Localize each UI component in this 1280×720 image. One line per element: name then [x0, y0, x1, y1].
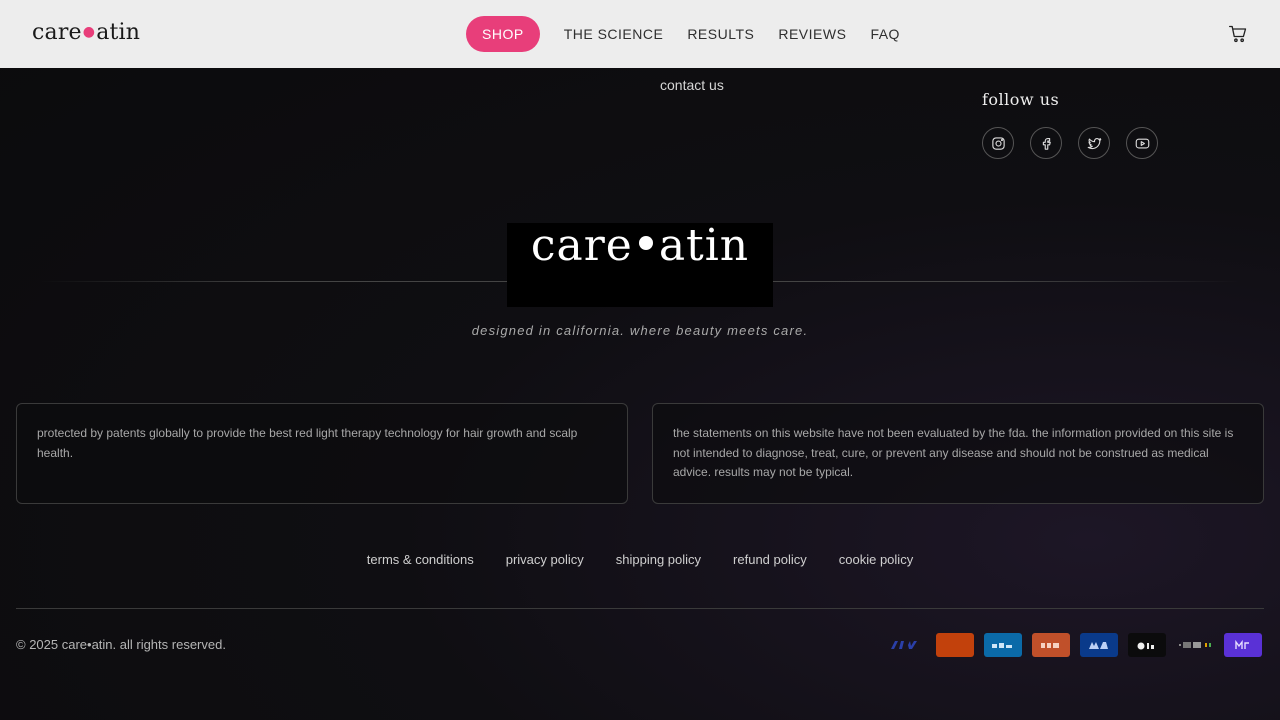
patent-notice: protected by patents globally to provide… [16, 403, 628, 504]
cart-icon[interactable] [1228, 24, 1248, 44]
terms-link[interactable]: terms & conditions [367, 552, 474, 567]
nav-item-reviews[interactable]: REVIEWS [778, 16, 846, 52]
brand-dot-icon: ● [82, 24, 96, 40]
facebook-button[interactable] [1030, 127, 1062, 159]
shop-pay-icon [1224, 633, 1262, 657]
visa-icon [888, 633, 926, 657]
follow-us-heading: follow us [982, 90, 1060, 109]
discover-icon [1032, 633, 1070, 657]
shipping-link[interactable]: shipping policy [616, 552, 701, 567]
amex-icon [984, 633, 1022, 657]
privacy-link[interactable]: privacy policy [506, 552, 584, 567]
nav-item-faq[interactable]: FAQ [870, 16, 900, 52]
nav-shop-button[interactable]: SHOP [466, 16, 540, 52]
google-pay-icon [1176, 633, 1214, 657]
facebook-icon [1042, 137, 1051, 150]
logo-dot-icon [638, 236, 653, 250]
footer-divider [16, 608, 1264, 609]
nav-item-science[interactable]: THE SCIENCE [564, 16, 664, 52]
mastercard-icon [936, 633, 974, 657]
brand-text-right: atin [96, 20, 141, 45]
copyright: © 2025 care•atin. all rights reserved. [16, 637, 226, 652]
legal-links: terms & conditions privacy policy shippi… [0, 552, 1280, 567]
youtube-button[interactable] [1126, 127, 1158, 159]
twitter-icon [1087, 137, 1101, 149]
footer-logo-right: atin [658, 220, 750, 271]
site-header: care●atin SHOP THE SCIENCE RESULTS REVIE… [0, 0, 1280, 68]
cookie-link[interactable]: cookie policy [839, 552, 913, 567]
brand-text-left: care [32, 20, 82, 45]
tagline: designed in california. where beauty mee… [471, 323, 809, 338]
footer-logo: care atin [507, 223, 773, 307]
social-links [982, 127, 1174, 159]
twitter-button[interactable] [1078, 127, 1110, 159]
instagram-button[interactable] [982, 127, 1014, 159]
fda-disclaimer: the statements on this website have not … [652, 403, 1264, 504]
nav-item-results[interactable]: RESULTS [687, 16, 754, 52]
diners-icon [1080, 633, 1118, 657]
instagram-icon [991, 136, 1005, 150]
apple-pay-icon [1128, 633, 1166, 657]
youtube-icon [1135, 138, 1149, 148]
refund-link[interactable]: refund policy [733, 552, 807, 567]
footer-logo-left: care [530, 220, 633, 271]
payment-methods [888, 633, 1272, 657]
contact-us-link[interactable]: contact us [660, 77, 724, 93]
brand-logo[interactable]: care●atin [32, 20, 140, 45]
main-nav: SHOP THE SCIENCE RESULTS REVIEWS FAQ [466, 16, 924, 52]
